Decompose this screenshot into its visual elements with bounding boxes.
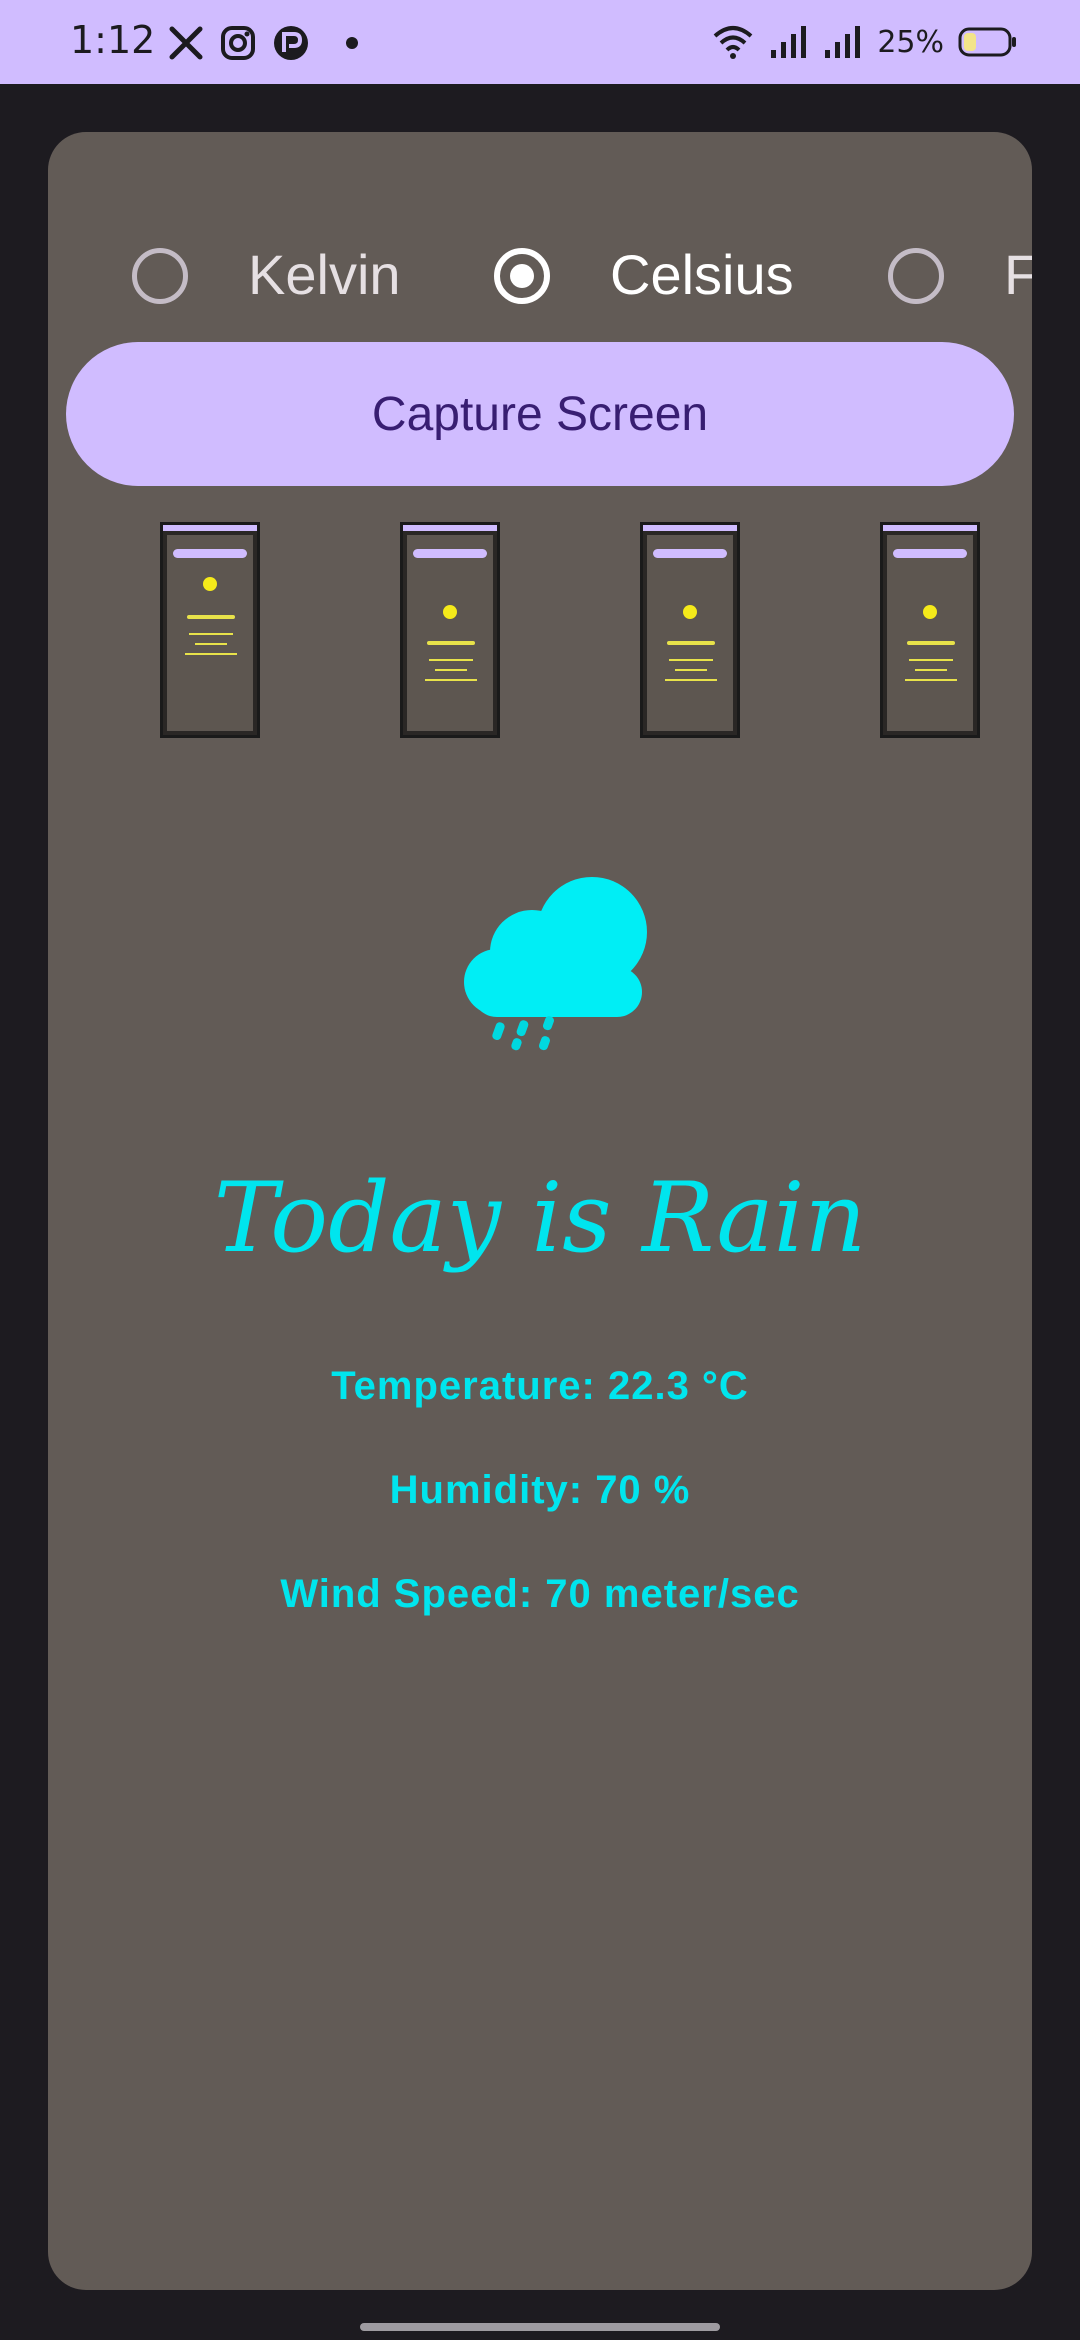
threads-icon <box>274 26 308 60</box>
capture-screen-button[interactable]: Capture Screen <box>66 342 1014 486</box>
notification-icons <box>168 22 366 64</box>
wind-speed-text: Wind Speed: 70 meter/sec <box>280 1572 800 1616</box>
rain-cloud-icon <box>464 877 647 1051</box>
radio-celsius[interactable] <box>494 248 550 304</box>
radio-label-kelvin[interactable]: Kelvin <box>248 240 401 310</box>
weather-headline: Today is Rain <box>213 1162 867 1274</box>
radio-label-fahrenheit[interactable]: F <box>1004 240 1032 310</box>
status-time: 1:12 <box>70 18 156 62</box>
x-icon <box>169 26 203 60</box>
battery-icon <box>958 27 1016 57</box>
screenshot-thumbnail[interactable] <box>400 522 500 738</box>
status-bar: 1:12 25% <box>0 0 1080 84</box>
signal-icon <box>825 26 861 58</box>
unit-radio-group: Kelvin Celsius F <box>48 212 1032 352</box>
screenshot-thumbnail[interactable] <box>880 522 980 738</box>
temperature-text: Temperature: 22.3 °C <box>331 1364 749 1408</box>
battery-percent: 25% <box>877 24 944 60</box>
home-indicator[interactable] <box>360 2323 720 2331</box>
wifi-icon <box>713 26 753 59</box>
system-icons: 25% <box>711 20 1018 64</box>
weather-card: Kelvin Celsius F Capture Screen Today is… <box>48 132 1032 2290</box>
radio-kelvin[interactable] <box>132 248 188 304</box>
humidity-text: Humidity: 70 % <box>389 1468 691 1512</box>
signal-icon <box>771 26 807 58</box>
instagram-icon <box>221 26 255 60</box>
dot-icon <box>346 37 358 49</box>
radio-label-celsius[interactable]: Celsius <box>610 240 794 310</box>
radio-fahrenheit[interactable] <box>888 248 944 304</box>
screenshot-thumbnail[interactable] <box>640 522 740 738</box>
screenshot-thumbnail[interactable] <box>160 522 260 738</box>
